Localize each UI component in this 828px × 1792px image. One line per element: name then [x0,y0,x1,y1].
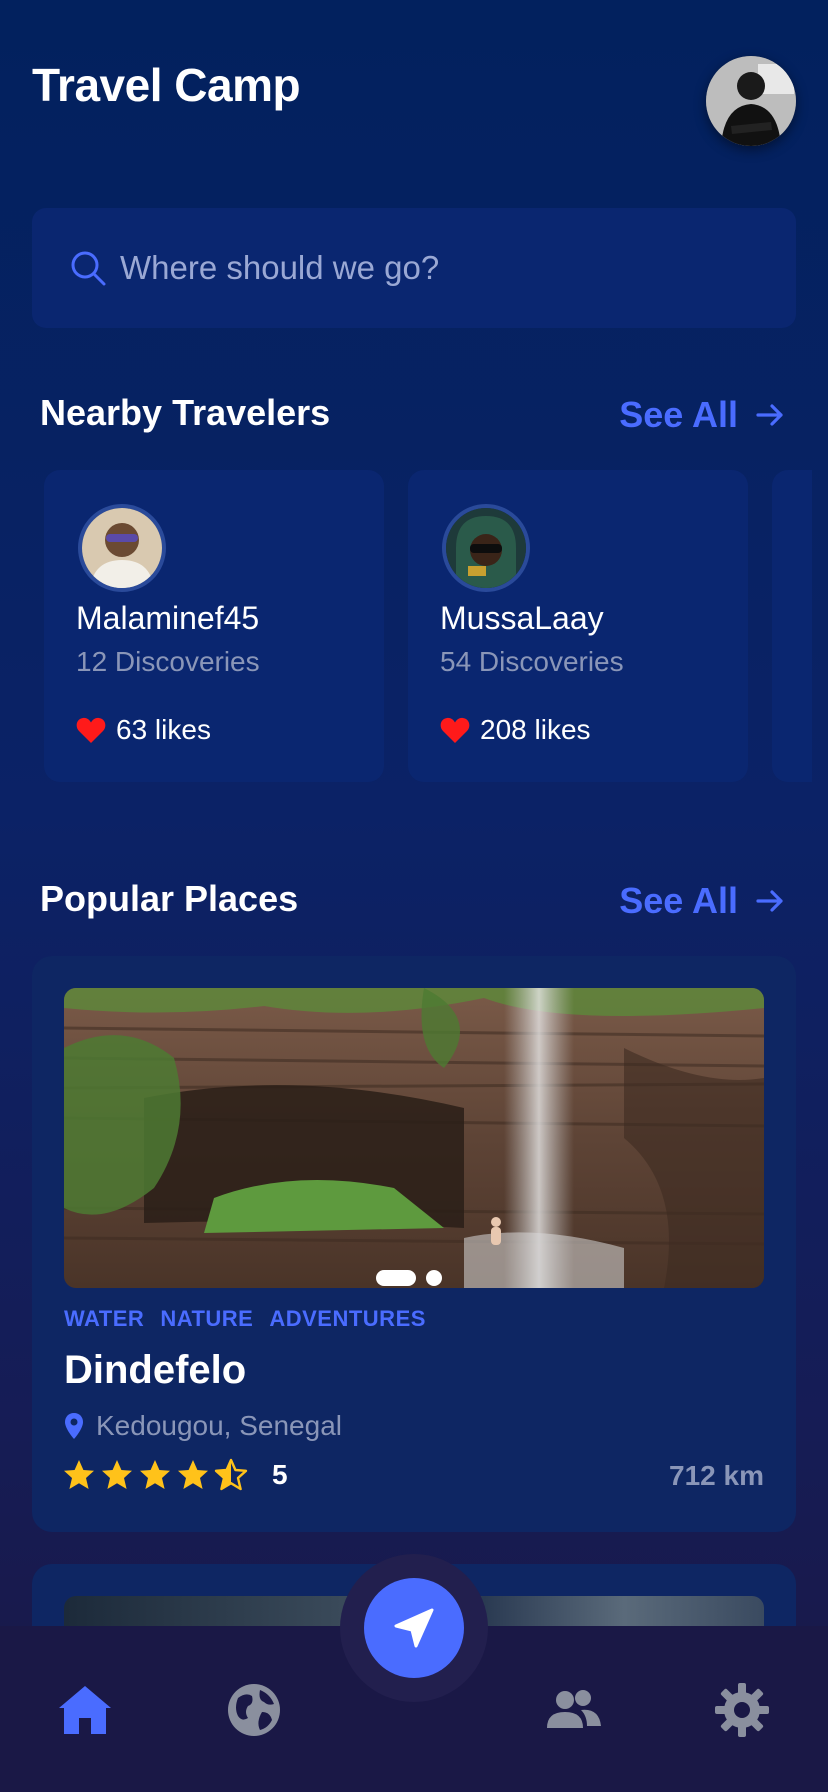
traveler-discoveries: 12 Discoveries [76,646,260,677]
star-icon [140,1460,170,1489]
profile-photo [706,56,796,146]
users-icon [547,1690,601,1728]
likes-count: 63 likes [116,714,211,745]
place-name: Dindefelo [64,1348,247,1392]
star-icon [64,1460,94,1489]
likes-count: 208 likes [480,714,591,745]
nearby-see-all-button[interactable]: See All [619,394,786,436]
heart-icon [76,717,106,743]
search-box[interactable] [32,208,796,328]
search-icon [71,251,106,286]
location-arrow-icon [394,1608,434,1648]
app-title: Travel Camp [32,59,301,111]
place-tag: NATURE [160,1306,254,1331]
pagination-dot-active[interactable] [376,1270,416,1286]
navigate-button[interactable] [364,1578,464,1678]
place-location: Kedougou, Senegal [64,1410,342,1442]
popular-see-all-button[interactable]: See All [619,880,786,922]
arrow-right-icon [756,404,783,426]
traveler-likes: 63 likes [76,714,211,746]
see-all-label: See All [619,394,738,435]
place-location-text: Kedougou, Senegal [96,1410,342,1441]
popular-places-title: Popular Places [40,878,299,919]
gear-icon [715,1683,769,1737]
place-image[interactable] [64,988,764,1288]
image-pagination[interactable] [376,1270,442,1286]
heart-icon [440,717,470,743]
home-icon [59,1686,111,1734]
traveler-likes: 208 likes [440,714,591,746]
place-tags: WATER NATURE ADVENTURES [64,1306,426,1332]
place-rating: 5 [62,1458,288,1492]
nav-explore[interactable] [224,1680,284,1740]
traveler-avatar [78,504,166,592]
pagination-dot[interactable] [426,1270,442,1286]
traveler-name: Malaminef45 [76,600,260,636]
arrow-right-icon [756,890,783,912]
place-tag: WATER [64,1306,145,1331]
star-icon [178,1460,208,1489]
nav-travelers[interactable] [543,1680,603,1740]
traveler-card[interactable]: Malaminef45 12 Discoveries 63 likes [44,470,384,782]
place-tag: ADVENTURES [269,1306,426,1331]
traveler-photo [82,508,162,588]
traveler-card-peek[interactable] [772,470,812,782]
globe-icon [228,1684,280,1736]
rating-value: 5 [272,1459,288,1490]
traveler-photo [446,508,526,588]
star-half-icon [214,1458,248,1491]
location-pin-icon [65,1413,83,1439]
traveler-name: MussaLaay [440,600,604,636]
nearby-travelers-title: Nearby Travelers [40,392,331,433]
see-all-label: See All [619,880,738,921]
waterfall-photo [64,988,764,1288]
traveler-card[interactable]: MussaLaay 54 Discoveries 208 likes [408,470,748,782]
place-distance: 712 km [669,1460,764,1491]
nav-settings[interactable] [712,1680,772,1740]
place-card[interactable]: WATER NATURE ADVENTURES Dindefelo Kedoug… [32,956,796,1532]
nav-home[interactable] [55,1680,115,1740]
traveler-avatar [442,504,530,592]
traveler-discoveries: 54 Discoveries [440,646,624,677]
profile-avatar[interactable] [706,56,796,146]
star-icon [102,1460,132,1489]
search-input[interactable] [120,249,720,287]
